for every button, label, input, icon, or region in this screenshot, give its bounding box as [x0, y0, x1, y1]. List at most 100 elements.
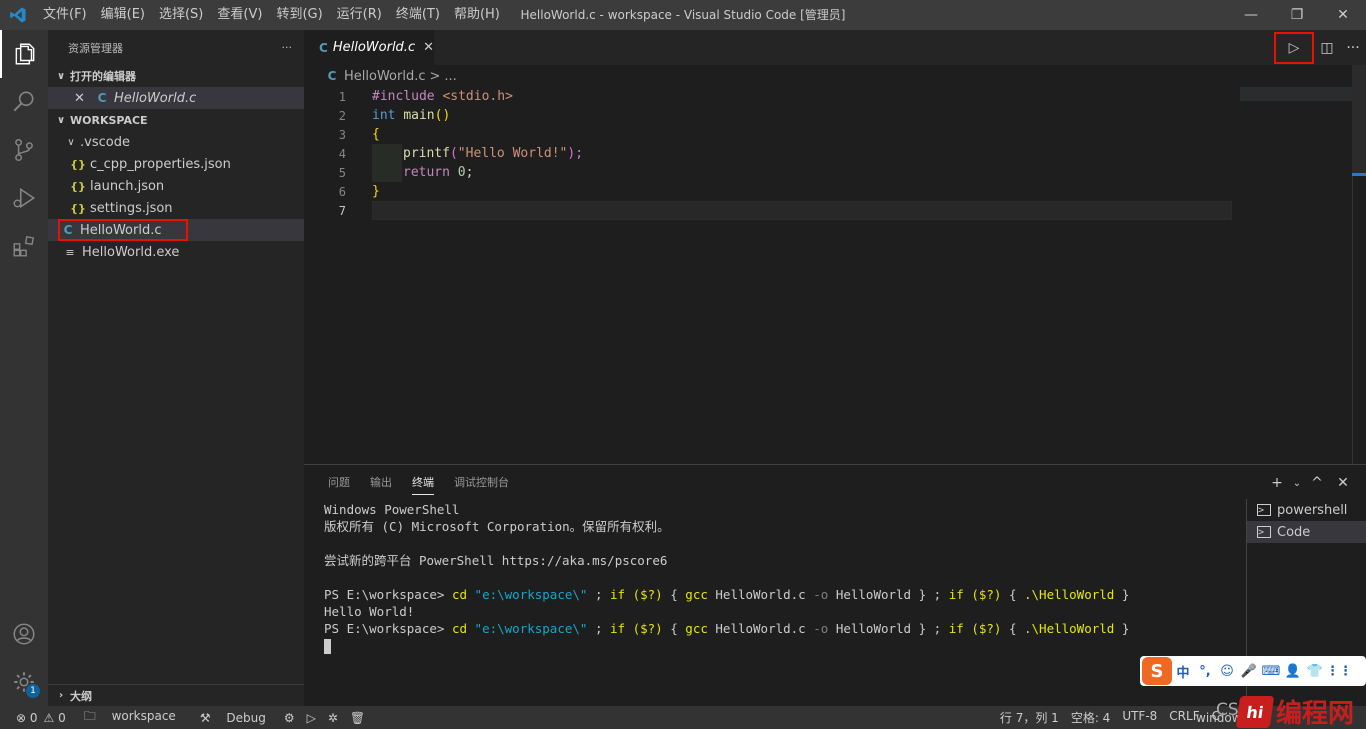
cmd-token: cd	[451, 587, 468, 602]
outline-section[interactable]: › 大纲	[48, 684, 304, 706]
code-line-current: 7	[304, 201, 1232, 220]
terminal-output[interactable]: Windows PowerShell 版权所有 (C) Microsoft Co…	[324, 501, 1244, 654]
cmd-token: .\HelloWorld	[1024, 587, 1115, 602]
code-editor[interactable]: 1 #include <stdio.h> 2 int main() 3 { 4 …	[304, 87, 1232, 220]
code-token: ()	[434, 108, 451, 123]
code-token: printf	[403, 146, 450, 161]
exe-file-icon: ≡	[65, 245, 75, 259]
status-cursor-position[interactable]: 行 7，列 1	[994, 709, 1065, 726]
file-launch-json[interactable]: {} launch.json	[48, 175, 304, 197]
search-activity[interactable]	[0, 78, 48, 126]
close-editor-icon[interactable]: ✕	[74, 91, 90, 106]
terminal-command-line: PS E:\workspace> cd "e:\workspace\" ; if…	[324, 620, 1244, 637]
run-debug-activity[interactable]	[0, 174, 48, 222]
activity-bar: 1	[0, 30, 48, 706]
status-debug-icon[interactable]: ✲	[322, 711, 344, 725]
tab-debug-console[interactable]: 调试控制台	[454, 465, 509, 501]
line-number: 6	[338, 184, 346, 199]
file-settings-json[interactable]: {} settings.json	[48, 197, 304, 219]
cmd-token: HelloWorld.c	[707, 587, 814, 602]
c-file-icon: C	[63, 223, 73, 237]
keyboard-icon[interactable]: ⌨	[1260, 664, 1282, 679]
explorer-more-button[interactable]: ···	[282, 41, 293, 54]
tab-problems[interactable]: 问题	[328, 465, 350, 501]
menu-file[interactable]: 文件(F)	[36, 0, 94, 30]
tab-label: HelloWorld.c	[332, 40, 416, 55]
status-indentation[interactable]: 空格: 4	[1065, 709, 1117, 726]
tab-output[interactable]: 输出	[370, 465, 392, 501]
open-editor-item[interactable]: ✕ C HelloWorld.c	[48, 87, 304, 109]
extensions-activity[interactable]	[0, 222, 48, 270]
status-settings-icon[interactable]: ⚙	[278, 711, 301, 725]
tab-helloworld-c[interactable]: C HelloWorld.c ✕	[304, 30, 434, 65]
terminal-dropdown-icon[interactable]: ⌄	[1290, 478, 1304, 489]
user-icon[interactable]: 👤	[1282, 664, 1304, 679]
menu-help[interactable]: 帮助(H)	[447, 0, 507, 30]
status-debug[interactable]: ⚒ Debug	[188, 711, 278, 725]
cmd-token: "e:\workspace\"	[474, 587, 588, 602]
skin-icon[interactable]: 👕	[1304, 664, 1326, 679]
status-debug-label: Debug	[226, 710, 266, 725]
ime-chinese-mode[interactable]: 中	[1172, 662, 1194, 681]
manage-activity[interactable]: 1	[0, 658, 48, 706]
folder-vscode[interactable]: ∨ .vscode	[48, 131, 304, 153]
accounts-activity[interactable]	[0, 610, 48, 658]
restore-button[interactable]: ❐	[1274, 0, 1320, 30]
explorer-activity[interactable]	[0, 30, 48, 78]
breadcrumb-separator: >	[429, 68, 441, 84]
cmd-token: "e:\workspace\"	[474, 621, 588, 636]
split-editor-button[interactable]: ◫	[1314, 35, 1340, 61]
breadcrumb-file[interactable]: HelloWorld.c	[344, 69, 426, 84]
code-line: 5 return 0;	[304, 163, 1232, 182]
close-tab-icon[interactable]: ✕	[423, 40, 434, 55]
workspace-section[interactable]: ∨ WORKSPACE	[48, 109, 304, 131]
status-run-icon[interactable]: ▷	[301, 711, 322, 725]
tab-terminal[interactable]: 终端	[412, 465, 434, 501]
editor-more-button[interactable]: ···	[1340, 35, 1366, 61]
run-code-button[interactable]: ▷	[1274, 31, 1314, 64]
close-panel-button[interactable]: ✕	[1330, 475, 1356, 491]
file-helloworld-c[interactable]: C HelloWorld.c	[48, 219, 304, 241]
status-errors[interactable]: ⊗ 0	[10, 711, 44, 725]
menu-selection[interactable]: 选择(S)	[152, 0, 210, 30]
minimize-button[interactable]: —	[1228, 0, 1274, 30]
terminal-instance-powershell[interactable]: >_ powershell	[1247, 499, 1366, 521]
new-terminal-button[interactable]: +	[1264, 475, 1290, 491]
terminal-instance-code[interactable]: >_ Code	[1247, 521, 1366, 543]
file-c-cpp-properties[interactable]: {} c_cpp_properties.json	[48, 153, 304, 175]
status-trash-icon[interactable]: 🗑	[344, 711, 371, 725]
menu-terminal[interactable]: 终端(T)	[389, 0, 447, 30]
menu-run[interactable]: 运行(R)	[330, 0, 389, 30]
file-helloworld-exe[interactable]: ≡ HelloWorld.exe	[48, 241, 304, 263]
grid-menu-icon[interactable]: ⋮⋮	[1326, 664, 1352, 679]
breadcrumb-symbol[interactable]: ...	[444, 69, 456, 84]
source-control-activity[interactable]	[0, 126, 48, 174]
editor-scrollbar[interactable]	[1352, 65, 1366, 464]
cmd-token: if	[948, 621, 964, 636]
menu-go[interactable]: 转到(G)	[269, 0, 329, 30]
status-workspace[interactable]: 🗀 workspace	[72, 707, 188, 728]
open-editor-name: HelloWorld.c	[114, 90, 197, 106]
source-control-icon	[15, 138, 33, 162]
emoji-icon[interactable]: ☺	[1216, 664, 1238, 679]
open-editors-section[interactable]: ∨ 打开的编辑器	[48, 65, 304, 87]
window-controls: — ❐ ✕	[1228, 0, 1366, 30]
menu-view[interactable]: 查看(V)	[210, 0, 269, 30]
status-encoding[interactable]: UTF-8	[1116, 709, 1163, 726]
maximize-panel-button[interactable]: ^	[1304, 475, 1330, 491]
minimap[interactable]	[1240, 87, 1352, 147]
close-window-button[interactable]: ✕	[1320, 0, 1366, 30]
minimap-slider[interactable]	[1240, 87, 1352, 101]
status-warnings[interactable]: ⚠ 0	[44, 711, 72, 725]
line-number: 3	[338, 127, 346, 142]
microphone-icon[interactable]: 🎤	[1238, 664, 1260, 679]
code-token: #include	[372, 89, 435, 104]
file-name: HelloWorld.c	[80, 222, 162, 238]
terminal-line: Windows PowerShell	[324, 502, 460, 517]
code-token: 0	[457, 165, 466, 180]
sogou-logo-icon[interactable]: S	[1142, 657, 1172, 685]
menu-edit[interactable]: 编辑(E)	[94, 0, 152, 30]
ime-punctuation[interactable]: °,	[1194, 664, 1216, 679]
terminal-cursor	[324, 639, 331, 654]
terminal-line: 版权所有 (C) Microsoft Corporation。保留所有权利。	[324, 519, 670, 534]
